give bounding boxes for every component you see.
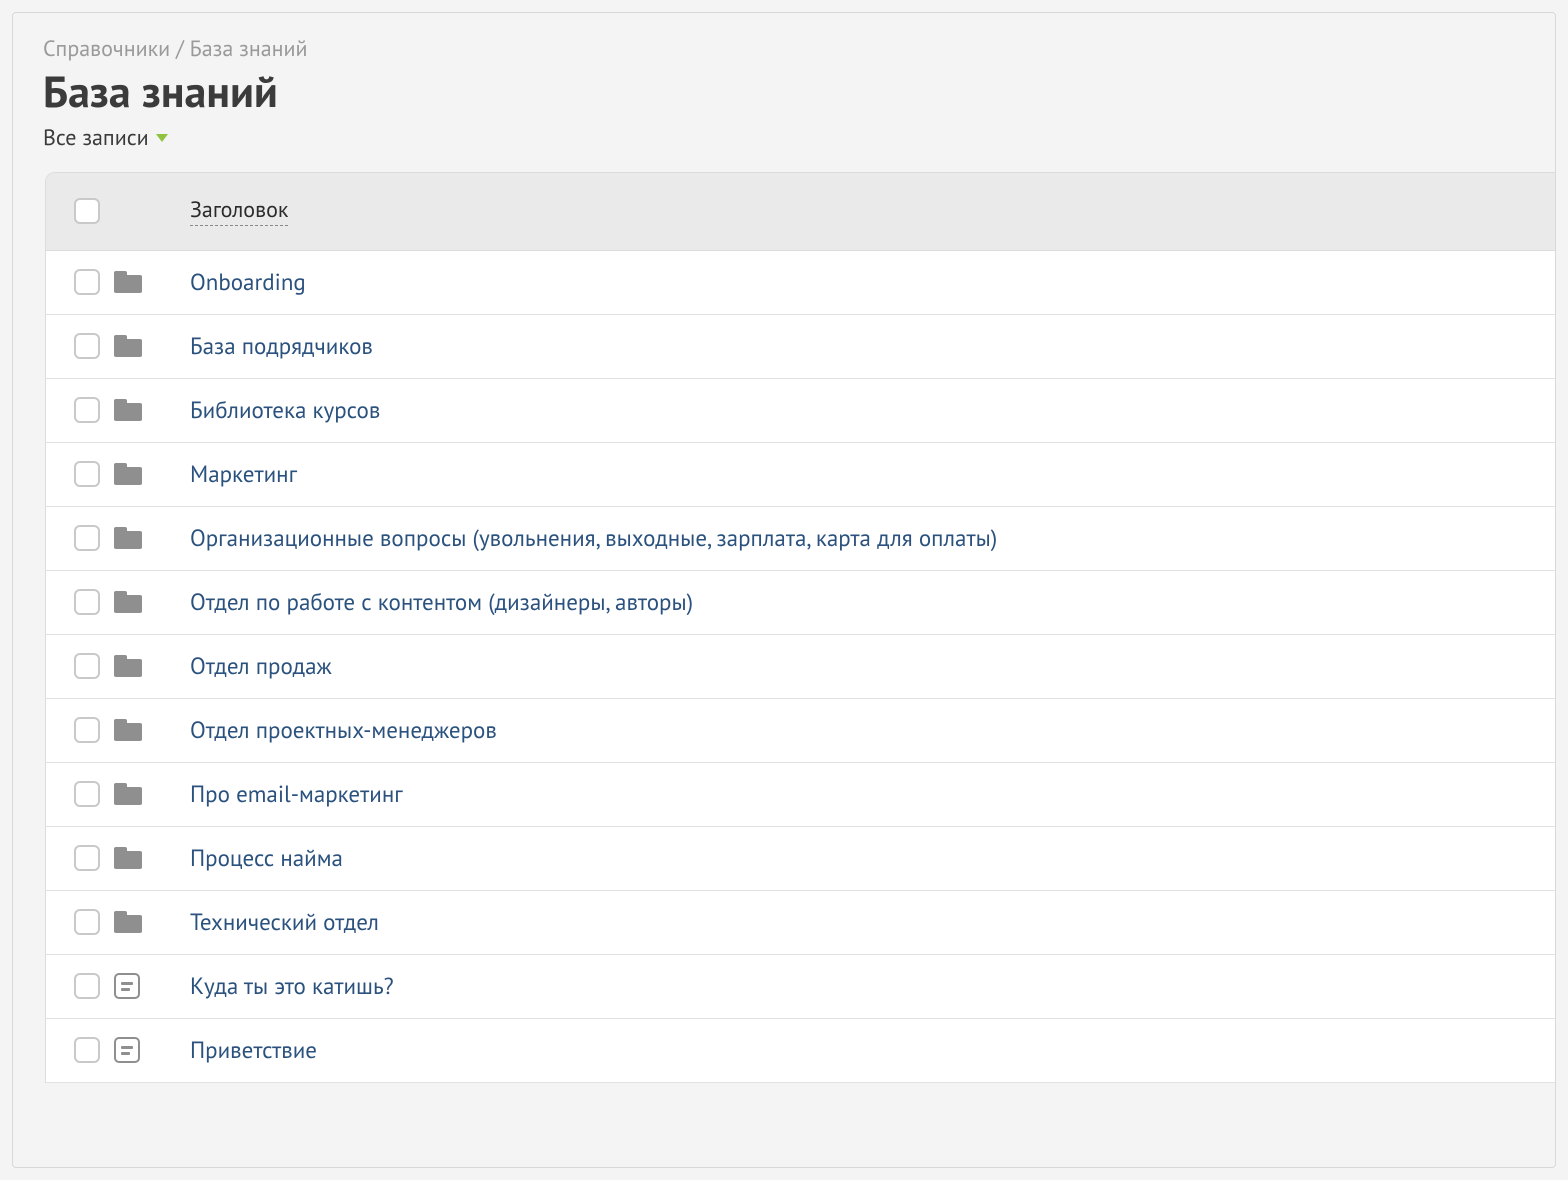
table-row: Onboarding [46, 251, 1555, 315]
row-title-link[interactable]: Куда ты это катишь? [190, 972, 394, 1001]
row-icon-cell [114, 655, 190, 677]
row-icon-cell [114, 399, 190, 421]
table-row: Про email-маркетинг [46, 763, 1555, 827]
document-icon [114, 973, 140, 999]
row-icon-cell [114, 1037, 190, 1063]
row-checkbox-cell [60, 397, 114, 423]
row-title-link[interactable]: Про email-маркетинг [190, 780, 403, 809]
chevron-down-icon [156, 134, 168, 142]
table-row: Отдел продаж [46, 635, 1555, 699]
row-checkbox[interactable] [74, 397, 100, 423]
folder-icon [114, 783, 142, 805]
row-checkbox[interactable] [74, 589, 100, 615]
row-checkbox[interactable] [74, 653, 100, 679]
table-header: Заголовок [46, 173, 1555, 251]
row-checkbox[interactable] [74, 269, 100, 295]
filter-dropdown[interactable]: Все записи [13, 118, 1555, 172]
folder-icon [114, 655, 142, 677]
row-title-link[interactable]: База подрядчиков [190, 332, 373, 361]
row-checkbox-cell [60, 781, 114, 807]
table-row: База подрядчиков [46, 315, 1555, 379]
row-icon-cell [114, 463, 190, 485]
row-title-link[interactable]: Организационные вопросы (увольнения, вых… [190, 524, 997, 553]
row-checkbox[interactable] [74, 1037, 100, 1063]
row-checkbox-cell [60, 333, 114, 359]
row-title-link[interactable]: Маркетинг [190, 460, 297, 489]
row-icon-cell [114, 527, 190, 549]
document-icon [114, 1037, 140, 1063]
table-row: Библиотека курсов [46, 379, 1555, 443]
row-checkbox[interactable] [74, 845, 100, 871]
row-title-link[interactable]: Отдел продаж [190, 652, 332, 681]
table-row: Отдел проектных-менеджеров [46, 699, 1555, 763]
row-icon-cell [114, 973, 190, 999]
folder-icon [114, 463, 142, 485]
header-checkbox-cell [60, 198, 114, 224]
table-row: Приветствие [46, 1019, 1555, 1083]
row-icon-cell [114, 783, 190, 805]
folder-icon [114, 911, 142, 933]
table-row: Организационные вопросы (увольнения, вых… [46, 507, 1555, 571]
row-checkbox[interactable] [74, 717, 100, 743]
folder-icon [114, 271, 142, 293]
table-row: Отдел по работе с контентом (дизайнеры, … [46, 571, 1555, 635]
row-title-link[interactable]: Onboarding [190, 268, 306, 297]
select-all-checkbox[interactable] [74, 198, 100, 224]
row-checkbox-cell [60, 973, 114, 999]
row-checkbox-cell [60, 845, 114, 871]
row-icon-cell [114, 271, 190, 293]
row-checkbox[interactable] [74, 333, 100, 359]
row-title-link[interactable]: Технический отдел [190, 908, 379, 937]
row-checkbox[interactable] [74, 781, 100, 807]
row-icon-cell [114, 591, 190, 613]
row-checkbox[interactable] [74, 909, 100, 935]
folder-icon [114, 399, 142, 421]
row-checkbox-cell [60, 525, 114, 551]
row-checkbox-cell [60, 1037, 114, 1063]
row-icon-cell [114, 719, 190, 741]
table-row: Процесс найма [46, 827, 1555, 891]
row-title-link[interactable]: Отдел по работе с контентом (дизайнеры, … [190, 588, 693, 617]
row-checkbox-cell [60, 653, 114, 679]
row-title-link[interactable]: Процесс найма [190, 844, 343, 873]
folder-icon [114, 335, 142, 357]
folder-icon [114, 719, 142, 741]
folder-icon [114, 591, 142, 613]
row-checkbox-cell [60, 909, 114, 935]
row-checkbox[interactable] [74, 525, 100, 551]
row-checkbox-cell [60, 461, 114, 487]
column-header-title[interactable]: Заголовок [190, 196, 288, 226]
row-checkbox-cell [60, 717, 114, 743]
row-checkbox[interactable] [74, 973, 100, 999]
page-title: База знаний [13, 67, 1555, 118]
row-title-link[interactable]: Библиотека курсов [190, 396, 380, 425]
table-row: Технический отдел [46, 891, 1555, 955]
row-icon-cell [114, 911, 190, 933]
row-checkbox[interactable] [74, 461, 100, 487]
row-icon-cell [114, 847, 190, 869]
page-root: Справочники / База знаний База знаний Вс… [12, 12, 1556, 1168]
filter-label: Все записи [43, 124, 149, 152]
knowledge-table: Заголовок Onboarding База подрядчиков Библ… [45, 172, 1555, 1083]
folder-icon [114, 527, 142, 549]
table-row: Маркетинг [46, 443, 1555, 507]
folder-icon [114, 847, 142, 869]
row-title-link[interactable]: Отдел проектных-менеджеров [190, 716, 497, 745]
row-icon-cell [114, 335, 190, 357]
row-title-link[interactable]: Приветствие [190, 1036, 317, 1065]
row-checkbox-cell [60, 589, 114, 615]
row-checkbox-cell [60, 269, 114, 295]
table-row: Куда ты это катишь? [46, 955, 1555, 1019]
